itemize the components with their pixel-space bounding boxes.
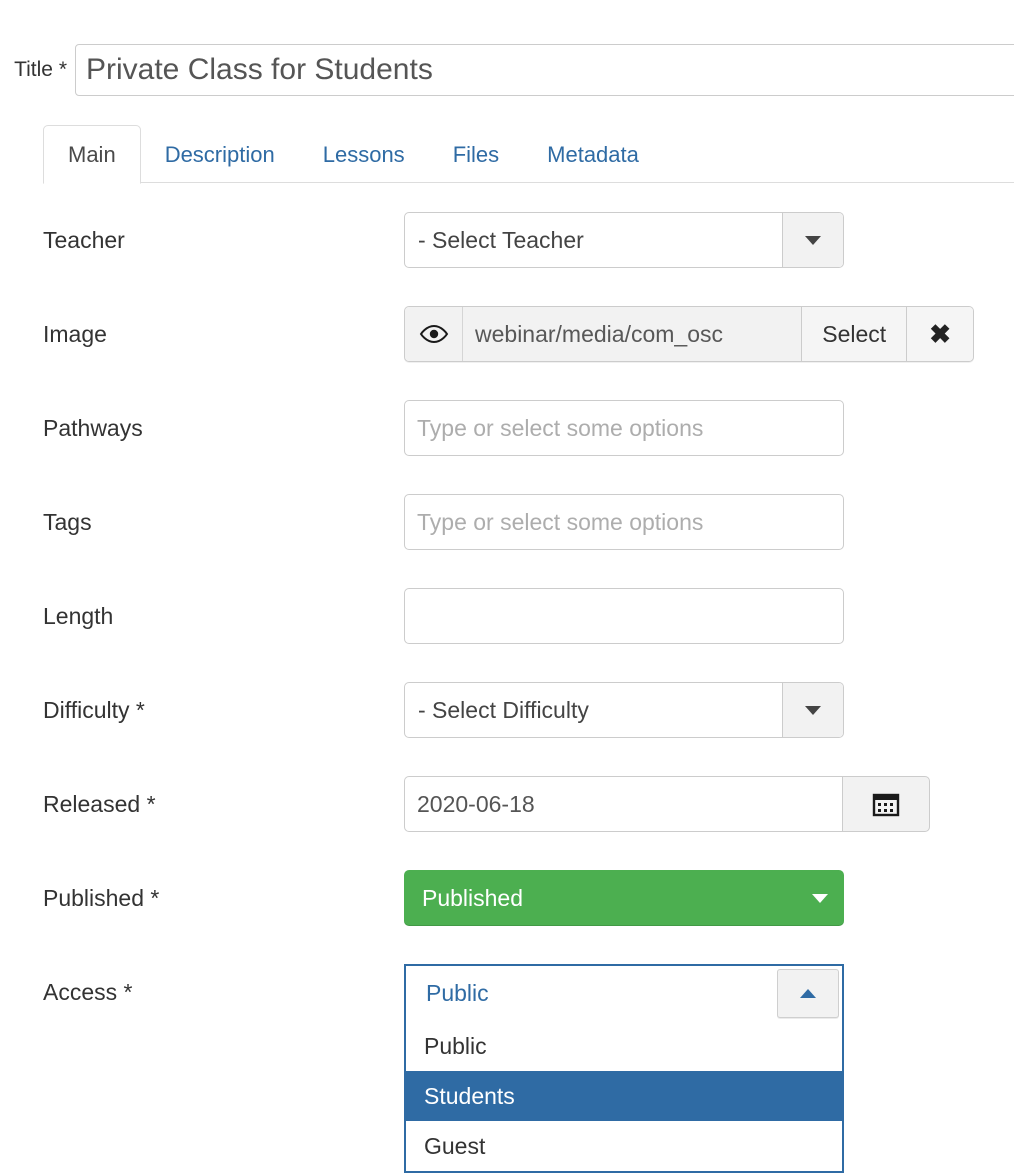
field-row-teacher: Teacher - Select Teacher <box>0 212 1014 306</box>
chevron-down-icon <box>805 236 821 245</box>
field-row-published: Published * Published <box>0 870 1014 964</box>
field-row-pathways: Pathways <box>0 400 1014 494</box>
field-row-image: Image webinar/media/com_osc Select ✖ <box>0 306 1014 400</box>
tab-description[interactable]: Description <box>141 126 299 183</box>
difficulty-label: Difficulty * <box>0 682 404 738</box>
image-label: Image <box>0 306 404 362</box>
chevron-down-icon <box>812 894 828 903</box>
teacher-select-value: - Select Teacher <box>405 213 782 267</box>
tab-files[interactable]: Files <box>429 126 523 183</box>
difficulty-select-toggle[interactable] <box>782 683 843 737</box>
tab-main[interactable]: Main <box>43 125 141 184</box>
released-date-input[interactable] <box>404 776 842 832</box>
length-input[interactable] <box>404 588 844 644</box>
released-date-group <box>404 776 930 832</box>
access-option-students[interactable]: Students <box>406 1071 842 1121</box>
pathways-label: Pathways <box>0 400 404 456</box>
access-option-guest[interactable]: Guest <box>406 1121 842 1171</box>
released-calendar-button[interactable] <box>842 776 930 832</box>
field-row-length: Length <box>0 588 1014 682</box>
field-row-released: Released * <box>0 776 1014 870</box>
field-row-tags: Tags <box>0 494 1014 588</box>
image-select-button[interactable]: Select <box>801 307 906 361</box>
main-tab-panel: Teacher - Select Teacher Image webinar/ <box>0 212 1014 1058</box>
access-options-list: Public Students Guest <box>404 1021 844 1173</box>
image-path-input[interactable]: webinar/media/com_osc <box>463 307 801 361</box>
image-clear-button[interactable]: ✖ <box>906 307 973 361</box>
tab-bar: Main Description Lessons Files Metadata <box>43 114 1014 184</box>
teacher-label: Teacher <box>0 212 404 268</box>
chevron-up-icon <box>800 989 816 998</box>
difficulty-select[interactable]: - Select Difficulty <box>404 682 844 738</box>
close-icon: ✖ <box>929 321 951 347</box>
access-label: Access * <box>0 964 404 1020</box>
published-label: Published * <box>0 870 404 926</box>
title-row: Title * <box>0 44 1014 96</box>
difficulty-select-value: - Select Difficulty <box>405 683 782 737</box>
title-input[interactable] <box>75 44 1014 96</box>
eye-icon <box>419 324 449 344</box>
tags-label: Tags <box>0 494 404 550</box>
pathways-input[interactable] <box>404 400 844 456</box>
field-row-difficulty: Difficulty * - Select Difficulty <box>0 682 1014 776</box>
field-row-access: Access * Public Public Students Guest <box>0 964 1014 1058</box>
published-select[interactable]: Published <box>404 870 844 926</box>
tab-metadata[interactable]: Metadata <box>523 126 663 183</box>
access-combobox-head[interactable]: Public <box>404 964 844 1021</box>
teacher-select[interactable]: - Select Teacher <box>404 212 844 268</box>
length-label: Length <box>0 588 404 644</box>
title-label: Title * <box>0 58 75 82</box>
released-label: Released * <box>0 776 404 832</box>
chevron-down-icon <box>805 706 821 715</box>
teacher-select-toggle[interactable] <box>782 213 843 267</box>
access-combobox: Public Public Students Guest <box>404 964 844 1173</box>
tags-input[interactable] <box>404 494 844 550</box>
access-option-public[interactable]: Public <box>406 1021 842 1071</box>
calendar-icon <box>872 790 900 818</box>
image-field-group: webinar/media/com_osc Select ✖ <box>404 306 974 362</box>
access-selected-value: Public <box>406 966 777 1021</box>
access-combobox-toggle[interactable] <box>777 969 839 1018</box>
image-preview-button[interactable] <box>405 307 463 361</box>
tab-lessons[interactable]: Lessons <box>299 126 429 183</box>
published-select-value: Published <box>422 885 812 912</box>
